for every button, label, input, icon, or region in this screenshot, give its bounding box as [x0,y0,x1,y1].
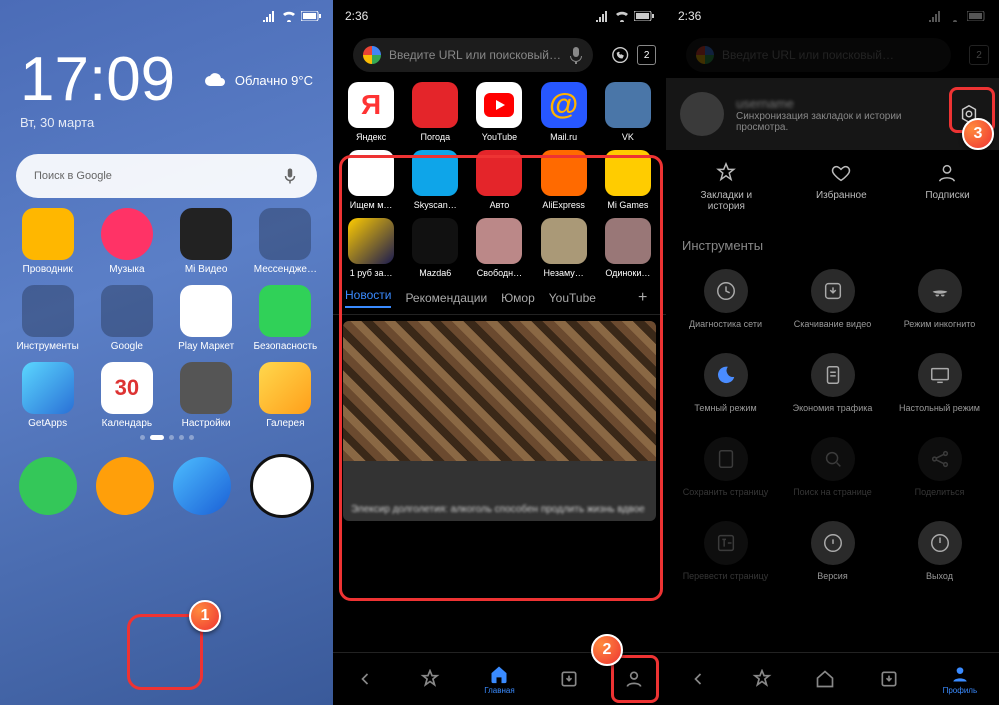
tool-exit[interactable]: Выход [888,511,991,591]
sd-youtube[interactable]: YouTube [471,82,527,142]
app-google-folder[interactable]: Google [91,285,163,352]
google-icon [696,46,714,64]
tool-savepage: Сохранить страницу [674,427,777,507]
dock-messages[interactable] [96,457,154,515]
browser-profile: 2:36 Введите URL или поисковый… 2 userna… [666,0,999,705]
profile-quick-row: Закладки и история Избранное Подписки [666,150,999,224]
dock-phone[interactable] [19,457,77,515]
page-dots[interactable] [0,429,333,446]
app-music[interactable]: Музыка [91,208,163,275]
app-row-2: Инструменты Google Play Маркет Безопасно… [0,275,333,352]
google-icon [363,46,381,64]
wifi-icon [947,10,963,22]
mic-icon[interactable] [569,46,583,64]
date-text: Вт, 30 марта [0,115,333,130]
battery-icon [634,11,654,21]
tool-version[interactable]: Версия [781,511,884,591]
app-explorer[interactable]: Проводник [12,208,84,275]
tool-desktop[interactable]: Настольный режим [888,343,991,423]
tools-grid: Диагностика сети Скачивание видео Режим … [666,259,999,591]
tool-diag[interactable]: Диагностика сети [674,259,777,339]
bottom-nav: Профиль [666,652,999,705]
app-calendar[interactable]: 30Календарь [91,362,163,429]
nav-profile[interactable]: Профиль [943,664,978,695]
app-mivideo[interactable]: Mi Видео [170,208,242,275]
status-bar [0,0,333,32]
status-bar: 2:36 [666,0,999,32]
whatsapp-icon[interactable] [611,45,629,65]
highlight-ring-2 [611,655,659,703]
app-settings[interactable]: Настройки [170,362,242,429]
nav-back[interactable] [355,669,375,689]
browser-home: 2:36 Введите URL или поисковый… 2 ЯЯндек… [333,0,666,705]
nav-downloads[interactable] [879,669,899,689]
dock [0,446,333,526]
dock-camera[interactable] [250,454,314,518]
app-getapps[interactable]: GetApps [12,362,84,429]
nav-downloads[interactable] [559,669,579,689]
url-bar-dim: Введите URL или поисковый… [686,38,951,72]
app-row-3: GetApps 30Календарь Настройки Галерея [0,352,333,429]
tool-find: Поиск на странице [781,427,884,507]
sd-mailru[interactable]: @Mail.ru [536,82,592,142]
favorites[interactable]: Избранное [816,162,867,212]
subscriptions[interactable]: Подписки [925,162,969,212]
speeddial-row-1: ЯЯндекс Погода YouTube @Mail.ru VK [333,78,666,146]
step-marker-3: 3 [962,118,994,150]
tool-download[interactable]: Скачивание видео [781,259,884,339]
nav-home[interactable] [815,669,835,689]
search-input[interactable]: Поиск в Google [16,154,317,198]
url-bar[interactable]: Введите URL или поисковый… [353,38,593,72]
bookmarks-history[interactable]: Закладки и история [695,162,757,212]
nav-home[interactable]: Главная [484,664,514,695]
home-screen: 17:09 Вт, 30 марта Облачно 9°C Поиск в G… [0,0,333,705]
signal-icon [596,10,610,22]
step-marker-1: 1 [189,600,221,632]
app-row-1: Проводник Музыка Mi Видео Мессендже… [0,198,333,275]
app-playstore[interactable]: Play Маркет [170,285,242,352]
avatar-icon [680,92,724,136]
nav-back[interactable] [688,669,708,689]
signal-icon [929,10,943,22]
tool-dark[interactable]: Темный режим [674,343,777,423]
mic-icon[interactable] [281,167,299,185]
tool-share: Поделиться [888,427,991,507]
app-messenger-folder[interactable]: Мессендже… [249,208,321,275]
nav-bookmarks[interactable] [752,669,772,689]
tabs-counter[interactable]: 2 [637,45,656,65]
dock-browser[interactable] [173,457,231,515]
nav-bookmarks[interactable] [420,669,440,689]
app-security[interactable]: Безопасность [249,285,321,352]
tabs-counter-dim: 2 [969,45,989,65]
app-gallery[interactable]: Галерея [249,362,321,429]
tool-traffic[interactable]: Экономия трафика [781,343,884,423]
wifi-icon [614,10,630,22]
battery-icon [967,11,987,21]
highlight-box-2 [339,155,663,601]
sd-vk[interactable]: VK [600,82,656,142]
battery-icon [301,11,321,21]
tools-section-title: Инструменты [666,224,999,259]
cloud-icon [203,70,229,90]
sd-weather[interactable]: Погода [407,82,463,142]
tool-translate: Перевести страницу [674,511,777,591]
sd-yandex[interactable]: ЯЯндекс [343,82,399,142]
step-marker-2: 2 [591,634,623,666]
username: username [736,96,941,111]
tool-incognito[interactable]: Режим инкогнито [888,259,991,339]
signal-icon [263,10,277,22]
app-tools-folder[interactable]: Инструменты [12,285,84,352]
sync-hint: Синхронизация закладок и истории просмот… [736,111,941,133]
status-bar: 2:36 [333,0,666,32]
weather-widget[interactable]: Облачно 9°C [203,70,313,90]
wifi-icon [281,10,297,22]
